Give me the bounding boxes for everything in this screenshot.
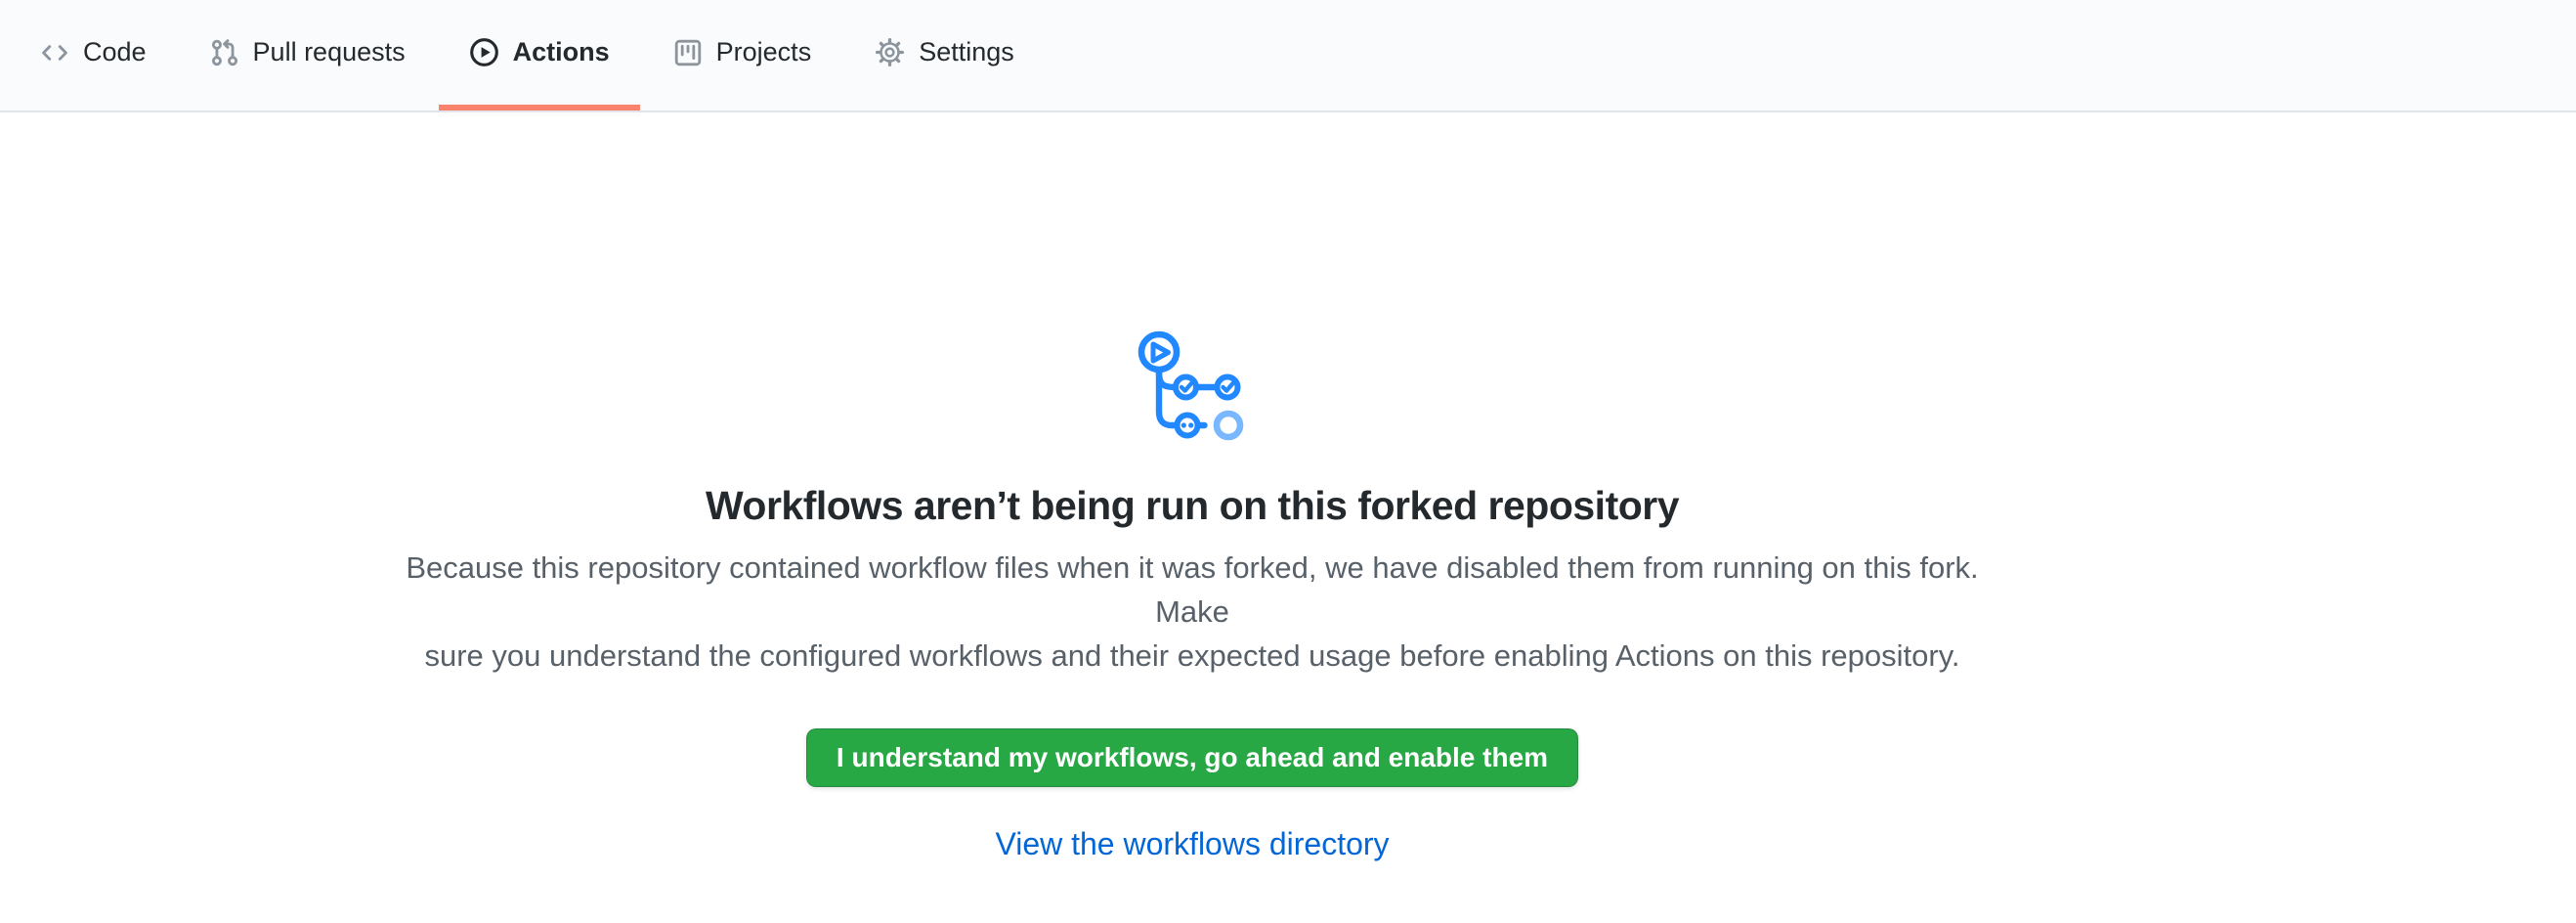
- tab-label: Projects: [716, 39, 812, 66]
- code-icon: [40, 38, 69, 67]
- tab-label: Code: [83, 39, 147, 66]
- tab-actions[interactable]: Actions: [439, 0, 640, 110]
- play-circle-icon: [469, 37, 499, 67]
- description-line: Because this repository contained workfl…: [371, 546, 2013, 634]
- enable-workflows-button[interactable]: I understand my workflows, go ahead and …: [806, 728, 1578, 787]
- repo-tab-nav: Code Pull requests Actions: [0, 0, 2576, 112]
- tab-code[interactable]: Code: [10, 0, 177, 110]
- tab-label: Actions: [513, 39, 610, 66]
- description-line: sure you understand the configured workf…: [371, 634, 2013, 678]
- blankslate-description: Because this repository contained workfl…: [371, 546, 2013, 678]
- tab-pull-requests[interactable]: Pull requests: [180, 0, 436, 110]
- view-workflows-directory-link[interactable]: View the workflows directory: [995, 826, 1389, 861]
- workflow-graph-icon: [371, 330, 2013, 442]
- workflows-disabled-blankslate: Workflows aren’t being run on this forke…: [371, 112, 2013, 862]
- actions-main: Workflows aren’t being run on this forke…: [0, 112, 2576, 862]
- tab-label: Pull requests: [253, 39, 406, 66]
- tab-settings[interactable]: Settings: [844, 0, 1045, 110]
- gear-icon: [875, 37, 905, 67]
- tab-label: Settings: [919, 39, 1014, 66]
- project-board-icon: [673, 38, 703, 67]
- blankslate-heading: Workflows aren’t being run on this forke…: [371, 477, 2013, 534]
- workflows-link-row: View the workflows directory: [371, 826, 2013, 862]
- tab-projects[interactable]: Projects: [643, 0, 842, 110]
- git-pull-request-icon: [210, 38, 239, 67]
